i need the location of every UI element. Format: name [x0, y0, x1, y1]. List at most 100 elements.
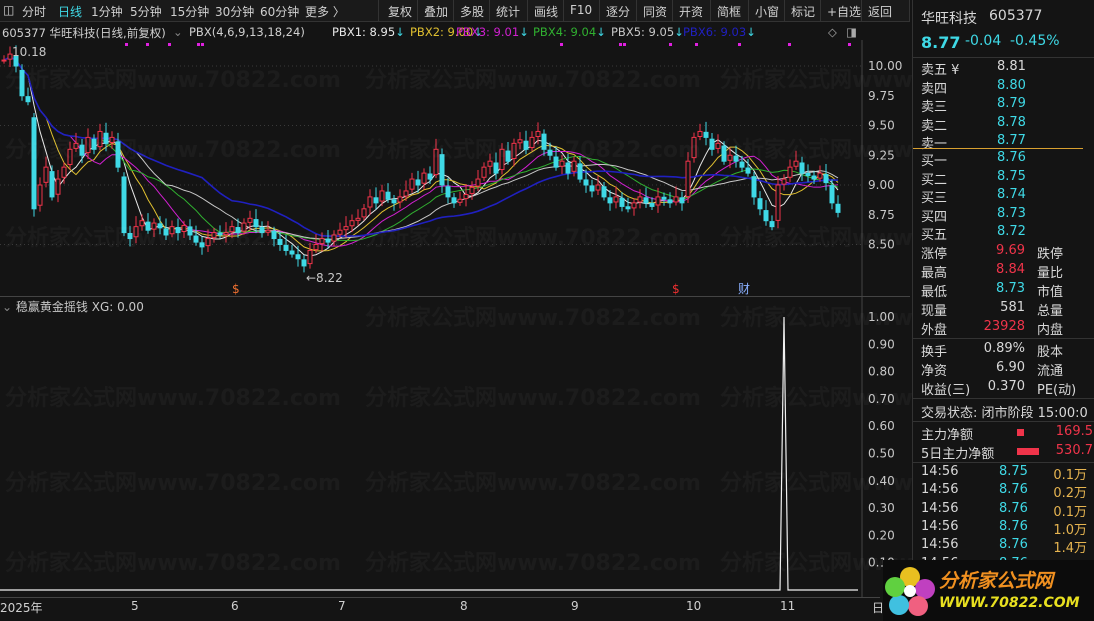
candle [607, 197, 613, 204]
signal-dot [197, 43, 200, 46]
candle [625, 206, 631, 210]
candle [619, 197, 625, 207]
ask-row[interactable]: 卖三 8.79 [913, 96, 1094, 115]
period-tab[interactable]: 15分钟 [170, 3, 209, 20]
candle [475, 178, 481, 187]
candle [43, 166, 49, 183]
panel-toggle-icon[interactable]: ◫ [3, 3, 14, 17]
candle [343, 226, 349, 231]
stat-row: 最高 8.84 量比 [921, 262, 1064, 281]
candle [127, 232, 133, 240]
trade-row: 14:56 8.75 0.1万 [921, 464, 1087, 483]
trade-row: 14:56 8.76 0.2万 [921, 482, 1087, 502]
bid-row[interactable]: 买四 8.73 [913, 206, 1094, 225]
candle [631, 202, 637, 209]
date-tick: 5 [131, 599, 139, 613]
candle [481, 166, 487, 178]
toolbar-button[interactable]: 返回 [868, 3, 892, 20]
candle [97, 130, 103, 148]
period-tab[interactable]: 30分钟 [215, 3, 254, 20]
candle [289, 250, 295, 255]
signal-dot [738, 43, 741, 46]
candle [217, 232, 223, 236]
pbx-line [3, 56, 839, 252]
candle [391, 199, 397, 204]
indicator-name[interactable]: PBX(4,6,9,13,18,24) [189, 25, 305, 39]
xg-tick: 0.90 [868, 337, 895, 351]
event-marker[interactable]: $ [232, 282, 240, 296]
signal-dot [146, 43, 149, 46]
signal-dot [623, 43, 626, 46]
ask-row[interactable]: 卖四 8.80 [913, 78, 1094, 97]
candle [211, 232, 217, 239]
stat-row: 换手 0.89% 股本 [921, 341, 1064, 360]
candle [91, 138, 97, 150]
period-tab[interactable]: 60分钟 [260, 3, 299, 20]
toolbar-button[interactable]: 叠加 [424, 3, 448, 20]
ask-row[interactable]: 卖二 8.78 [913, 115, 1094, 134]
toolbar-button[interactable]: F10 [570, 3, 592, 17]
pbx-value: PBX1: 8.95↓ [332, 25, 405, 39]
candle [757, 198, 763, 210]
fund-flow-row: 主力净额 169.5 [921, 424, 1093, 443]
candle [643, 197, 649, 204]
trade-row: 14:56 8.76 1.4万 [921, 537, 1087, 557]
candle [205, 238, 211, 247]
xg-tick: 0.30 [868, 501, 895, 515]
candle [445, 186, 451, 198]
window-toggle-icon[interactable]: ◨ [846, 25, 857, 39]
price-chart[interactable]: 10.00 9.75 9.50 9.25 9.00 8.75 8.50 10.18 ←8.22 $… [0, 40, 910, 296]
logo-url: WWW.70822.COM [939, 595, 1080, 611]
candle [583, 179, 589, 186]
candle [565, 162, 571, 174]
candle [601, 186, 607, 198]
toolbar-button[interactable]: 画线 [534, 3, 558, 20]
signal-dot [669, 43, 672, 46]
toolbar-button[interactable]: +自选 [827, 3, 861, 20]
candle [103, 132, 109, 144]
stock-name: 华旺科技 [921, 11, 977, 27]
event-marker[interactable]: 财 [738, 282, 750, 296]
candle [199, 242, 205, 248]
toolbar-button[interactable]: 小窗 [755, 3, 779, 20]
toolbar-button[interactable]: 统计 [496, 3, 520, 20]
xg-chart[interactable]: 1.000.900.800.700.600.500.400.300.200.10 [0, 297, 910, 597]
indicator-dropdown-icon[interactable]: ⌄ [173, 25, 183, 39]
candle [283, 244, 289, 251]
price-tick: 9.25 [868, 148, 895, 162]
pbx-value: PBX4: 9.04↓ [533, 25, 606, 39]
diamond-icon[interactable]: ◇ [828, 25, 837, 39]
toolbar-button[interactable]: 多股 [460, 3, 484, 20]
candle [319, 238, 325, 245]
period-tab[interactable]: 1分钟 [91, 3, 123, 20]
period-tab[interactable]: 日线 [58, 3, 82, 20]
last-price: 8.77 [921, 33, 961, 52]
toolbar-button[interactable]: 同资 [643, 3, 667, 20]
toolbar-button[interactable]: 简框 [717, 3, 741, 20]
fund-flow-row: 5日主力净额 530.7 [921, 443, 1093, 462]
candle [151, 222, 157, 230]
period-tab[interactable]: 分时 [22, 3, 46, 20]
candle [733, 155, 739, 162]
candle [247, 217, 253, 223]
bid-row[interactable]: 买五 8.72 [913, 224, 1094, 243]
stock-code: 605377 [989, 8, 1043, 24]
bid-row[interactable]: 买三 8.74 [913, 187, 1094, 206]
candle [589, 185, 595, 192]
event-marker[interactable]: $ [672, 282, 680, 296]
toolbar-button[interactable]: 复权 [388, 3, 412, 20]
bid-row[interactable]: 买一 8.76 [913, 150, 1094, 169]
toolbar-button[interactable]: 开资 [679, 3, 703, 20]
bid-row[interactable]: 买二 8.75 [913, 169, 1094, 188]
candle [487, 160, 493, 167]
period-tab[interactable]: 5分钟 [130, 3, 162, 20]
toolbar-button[interactable]: 标记 [791, 3, 815, 20]
candle [379, 190, 385, 202]
ask-row[interactable]: 卖五 ¥8.81 [913, 59, 1094, 78]
period-tab[interactable]: 更多 〉 [305, 3, 345, 20]
candle [271, 230, 277, 240]
trade-row: 14:56 8.76 0.1万 [921, 500, 1087, 520]
toolbar-button[interactable]: 逐分 [606, 3, 630, 20]
candle [193, 235, 199, 243]
date-tick: 11 [780, 599, 796, 613]
